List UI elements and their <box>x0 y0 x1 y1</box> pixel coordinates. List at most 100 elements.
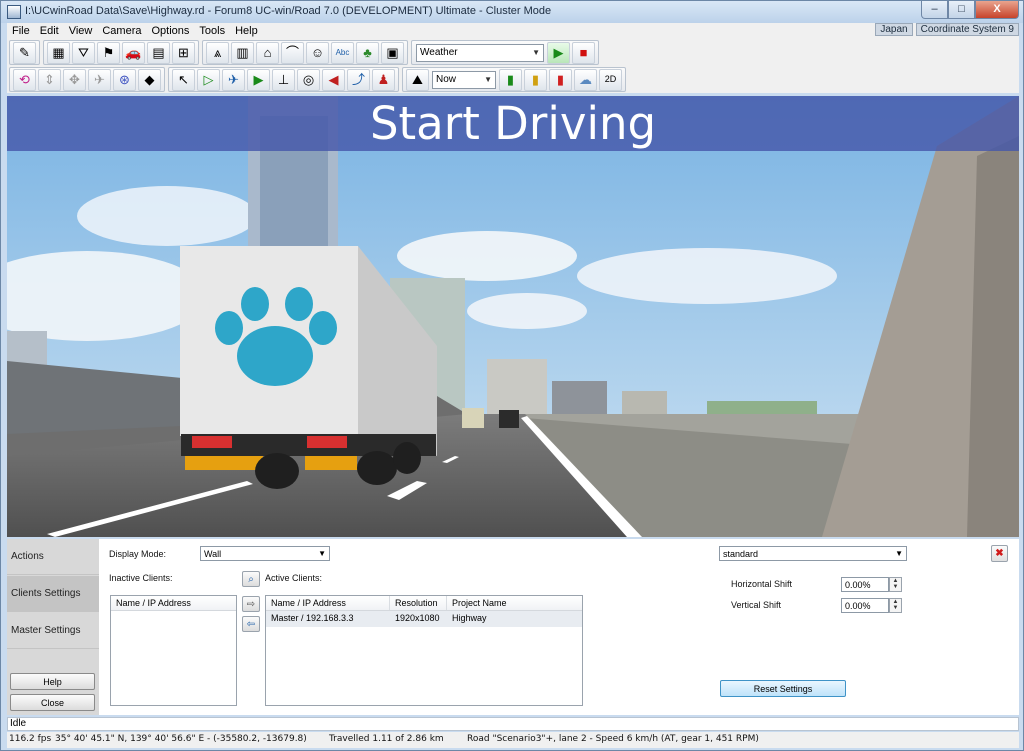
move-vertical-icon[interactable]: ⇕ <box>38 68 61 91</box>
terrain-icon[interactable]: ▦ <box>47 41 70 64</box>
close-button[interactable]: Close <box>10 694 95 711</box>
column-resolution[interactable]: Resolution <box>390 596 447 610</box>
country-badge[interactable]: Japan <box>875 23 913 36</box>
sign-icon[interactable]: ⚑ <box>97 41 120 64</box>
horizontal-shift-value: 0.00% <box>845 579 871 590</box>
inactive-clients-label: Inactive Clients: <box>109 573 173 583</box>
preset-select[interactable]: standard ▼ <box>719 546 907 561</box>
window-title: I:\UCwinRoad Data\Save\Highway.rd - Foru… <box>25 5 552 17</box>
landscape-icon[interactable]: ⛰ <box>406 68 429 91</box>
coordinate-system-badge[interactable]: Coordinate System 9 <box>915 23 1019 36</box>
road-icon[interactable]: ⛛ <box>72 41 95 64</box>
help-button[interactable]: Help <box>10 673 95 690</box>
minimize-button[interactable]: – <box>921 1 948 19</box>
people-icon[interactable]: ☺ <box>306 41 329 64</box>
steering-wheel-icon[interactable]: ◎ <box>297 68 320 91</box>
toolbar-group-road: ▦ ⛛ ⚑ 🚗 ▤ ⊞ <box>43 40 199 65</box>
active-clients-label: Active Clients: <box>265 573 323 583</box>
horizontal-shift-spinner[interactable]: ▲ ▼ <box>889 577 902 592</box>
tree-icon[interactable]: ♣ <box>356 41 379 64</box>
road-object-icon[interactable]: ⩓ <box>206 41 229 64</box>
vehicle-icon[interactable]: ◀ <box>322 68 345 91</box>
view-2d-icon[interactable]: 2D <box>599 68 622 91</box>
reset-settings-button[interactable]: Reset Settings <box>720 680 846 697</box>
bridge-icon[interactable]: ⌒ <box>281 41 304 64</box>
table-icon[interactable]: ▥ <box>231 41 254 64</box>
chevron-down-icon: ▼ <box>532 48 540 57</box>
client-resolution-cell: 1920x1080 <box>395 613 440 623</box>
close-window-button[interactable]: X <box>975 1 1019 19</box>
banner-text: Start Driving <box>369 97 657 150</box>
fps-readout: 116.2 fps <box>9 734 52 744</box>
signal-red-icon[interactable]: ▮ <box>549 68 572 91</box>
pointer-icon[interactable]: ↖ <box>172 68 195 91</box>
tab-clients-settings[interactable]: Clients Settings <box>7 576 99 612</box>
text-icon[interactable]: Abc <box>331 41 354 64</box>
signal-yellow-icon[interactable]: ▮ <box>524 68 547 91</box>
weather-cloud-icon[interactable]: ☁ <box>574 68 597 91</box>
column-project-name[interactable]: Project Name <box>447 596 582 610</box>
cluster-panel: Actions Clients Settings Master Settings… <box>7 539 1019 715</box>
vertical-shift-input[interactable]: 0.00% <box>841 598 889 613</box>
edit-pencil-icon[interactable]: ✎ <box>13 41 36 64</box>
vertical-shift-value: 0.00% <box>845 600 871 611</box>
move-cross-icon[interactable]: ✥ <box>63 68 86 91</box>
menu-options[interactable]: Options <box>146 25 194 37</box>
building-icon[interactable]: ⌂ <box>256 41 279 64</box>
toolbar-group-edit: ✎ <box>9 40 40 65</box>
toolbar-main: ✎ ▦ ⛛ ⚑ 🚗 ▤ ⊞ ⩓ ▥ ⌂ ⌒ ☺ Abc ♣ ▣ Weather … <box>7 39 1019 66</box>
flight-play-icon[interactable]: ✈ <box>222 68 245 91</box>
chevron-down-icon: ▼ <box>895 549 903 558</box>
rotate-view-icon[interactable]: ⟲ <box>13 68 36 91</box>
title-bar[interactable]: I:\UCwinRoad Data\Save\Highway.rd - Foru… <box>1 1 1023 23</box>
coordinates-readout: 35° 40' 45.1" N, 139° 40' 56.6" E - (-35… <box>55 734 307 744</box>
active-clients-list[interactable]: Name / IP Address Resolution Project Nam… <box>265 595 583 706</box>
weather-combo[interactable]: Weather ▼ <box>416 43 544 62</box>
display-mode-select[interactable]: Wall ▼ <box>200 546 330 561</box>
tab-master-settings[interactable]: Master Settings <box>7 613 99 649</box>
vertical-shift-spinner[interactable]: ▲ ▼ <box>889 598 902 613</box>
pedestrian-icon[interactable]: ♟ <box>372 68 395 91</box>
header-badges: Japan Coordinate System 9 <box>875 23 1019 36</box>
screen-icon[interactable]: ▣ <box>381 41 404 64</box>
play-icon[interactable]: ▶ <box>547 41 570 64</box>
stop-icon[interactable]: ■ <box>572 41 595 64</box>
column-name-ip[interactable]: Name / IP Address <box>266 596 390 610</box>
app-icon[interactable] <box>7 5 21 19</box>
display-mode-label: Display Mode: <box>109 549 167 559</box>
chevron-down-icon: ▼ <box>484 75 492 84</box>
maximize-button[interactable]: □ <box>948 1 975 19</box>
delete-preset-icon[interactable]: ✖ <box>991 545 1008 562</box>
search-clients-icon[interactable]: ⌕ <box>242 571 260 587</box>
time-combo[interactable]: Now ▼ <box>432 70 496 89</box>
table-row[interactable]: Master / 192.168.3.3 1920x1080 Highway <box>266 611 582 627</box>
signal-green-icon[interactable]: ▮ <box>499 68 522 91</box>
inactive-clients-list[interactable]: Name / IP Address <box>110 595 237 706</box>
travelled-readout: Travelled 1.11 of 2.86 km <box>329 734 444 744</box>
menu-help[interactable]: Help <box>230 25 263 37</box>
walk-play-icon[interactable]: ▶ <box>247 68 270 91</box>
horizontal-shift-input[interactable]: 0.00% <box>841 577 889 592</box>
weather-combo-value: Weather <box>420 47 458 58</box>
menu-camera[interactable]: Camera <box>97 25 146 37</box>
menu-tools[interactable]: Tools <box>194 25 230 37</box>
move-right-arrow-icon[interactable]: ⇨ <box>242 596 260 612</box>
move-left-arrow-icon[interactable]: ⇦ <box>242 616 260 632</box>
route-icon[interactable]: ⤴ <box>347 68 370 91</box>
car-icon[interactable]: 🚗 <box>122 41 145 64</box>
menu-view[interactable]: View <box>64 25 98 37</box>
orbit-icon[interactable]: ⊛ <box>113 68 136 91</box>
document-icon[interactable]: ▤ <box>147 41 170 64</box>
drive-play-icon[interactable]: ▷ <box>197 68 220 91</box>
tab-actions[interactable]: Actions <box>7 539 99 575</box>
menu-bar: File Edit View Camera Options Tools Help <box>7 23 1019 39</box>
client-project-cell: Highway <box>452 613 487 623</box>
menu-edit[interactable]: Edit <box>35 25 64 37</box>
eraser-icon[interactable]: ◆ <box>138 68 161 91</box>
fly-icon[interactable]: ✈ <box>88 68 111 91</box>
stand-icon[interactable]: ⊥ <box>272 68 295 91</box>
column-name-ip[interactable]: Name / IP Address <box>111 596 236 610</box>
add-model-icon[interactable]: ⊞ <box>172 41 195 64</box>
menu-file[interactable]: File <box>7 25 35 37</box>
simulation-viewport[interactable]: Start Driving <box>7 96 1019 537</box>
